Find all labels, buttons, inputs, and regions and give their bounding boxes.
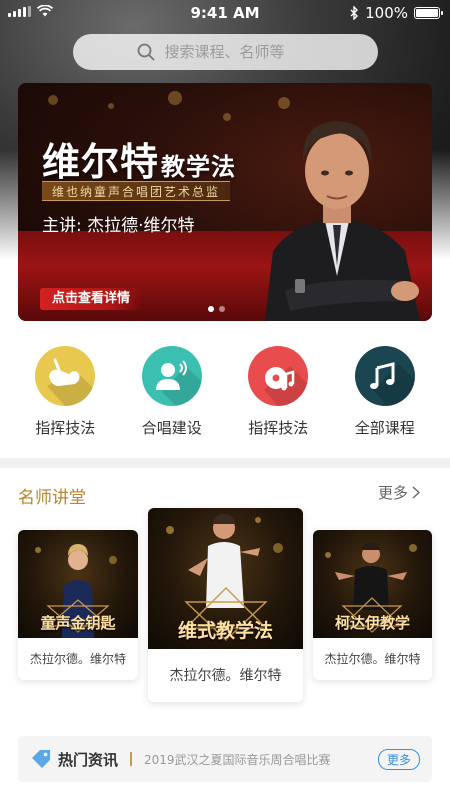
tag-icon [32, 750, 50, 768]
category-label: 指挥技法 [35, 419, 96, 437]
section-divider [0, 458, 450, 468]
course-card-image: 童声金钥匙 [18, 530, 138, 638]
chevron-right-icon [412, 486, 420, 499]
news-more-button[interactable]: 更多 [377, 748, 420, 770]
category-conducting[interactable]: 指挥技法 [15, 346, 115, 446]
music-note-icon [354, 346, 415, 406]
status-bar: 9:41 AM 100% [0, 0, 450, 26]
more-label: 更多 [377, 484, 408, 502]
view-details-button[interactable]: 点击查看详情 [40, 288, 143, 310]
battery-icon [414, 7, 443, 19]
speaker-portrait [265, 121, 420, 321]
banner-speaker: 主讲: 杰拉德·维尔特 [42, 216, 195, 236]
news-separator [130, 752, 133, 766]
app-screen: 9:41 AM 100% 搜索课程、名师等 维尔特教学法 维也纳童声合唱团艺术总… [0, 0, 450, 800]
search-input[interactable] [164, 43, 315, 61]
carousel-dots [208, 306, 225, 312]
course-card-image: 维式教学法 [148, 508, 303, 649]
battery-percent: 100% [365, 4, 408, 22]
category-grid: 指挥技法 合唱建设 指挥技法 全部课程 [0, 346, 450, 446]
search-icon [137, 43, 154, 61]
category-label: 合唱建设 [141, 419, 202, 437]
carousel-dot[interactable] [219, 306, 225, 312]
course-card-title: 童声金钥匙 [40, 614, 116, 632]
section-more-link[interactable]: 更多 [378, 482, 420, 503]
course-card[interactable]: 柯达伊教学 杰拉尔德。维尔特 [313, 530, 432, 680]
person-speaking-icon [141, 346, 202, 406]
banner-title: 维尔特教学法 [42, 140, 237, 184]
hot-news-bar[interactable]: 热门资讯 2019武汉之夏国际音乐周合唱比赛 更多 [18, 736, 432, 782]
cd-music-icon [248, 346, 309, 406]
search-bar[interactable] [73, 34, 378, 70]
section-title: 名师讲堂 [18, 488, 86, 508]
course-card-title: 维式教学法 [177, 620, 273, 642]
course-card-title: 柯达伊教学 [334, 614, 410, 632]
category-conducting-2[interactable]: 指挥技法 [228, 346, 328, 446]
course-card-teacher: 杰拉尔德。维尔特 [29, 652, 126, 666]
news-title: 热门资讯 [58, 750, 119, 769]
banner-subtitle: 维也纳童声合唱团艺术总监 [42, 181, 231, 201]
course-card-featured[interactable]: 维式教学法 杰拉尔德。维尔特 [148, 508, 303, 702]
bluetooth-icon [350, 6, 359, 20]
carousel-dot-active[interactable] [208, 306, 214, 312]
conductor-hand-icon [35, 346, 96, 406]
category-label: 指挥技法 [248, 419, 309, 437]
category-label: 全部课程 [354, 419, 415, 437]
status-right: 100% [350, 4, 443, 22]
course-card[interactable]: 童声金钥匙 杰拉尔德。维尔特 [18, 530, 138, 680]
category-choir[interactable]: 合唱建设 [122, 346, 222, 446]
news-headline[interactable]: 2019武汉之夏国际音乐周合唱比赛 [144, 751, 378, 768]
course-card-teacher: 杰拉尔德。维尔特 [324, 652, 421, 666]
course-card-image: 柯达伊教学 [313, 530, 432, 638]
course-card-teacher: 杰拉尔德。维尔特 [169, 668, 282, 684]
promo-banner[interactable]: 维尔特教学法 维也纳童声合唱团艺术总监 主讲: 杰拉德·维尔特 点击查看详情 [18, 83, 432, 321]
category-all-courses[interactable]: 全部课程 [335, 346, 435, 446]
